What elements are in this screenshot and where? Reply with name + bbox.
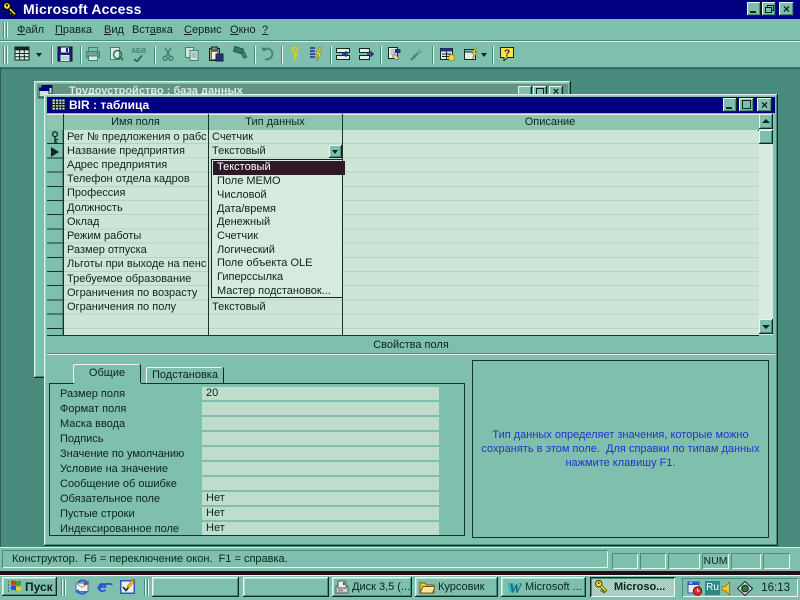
svg-text:W: W bbox=[509, 581, 523, 595]
svg-text:?: ? bbox=[504, 49, 510, 60]
svg-text:38: 38 bbox=[689, 581, 693, 585]
svg-text:АБВ: АБВ bbox=[131, 48, 146, 55]
